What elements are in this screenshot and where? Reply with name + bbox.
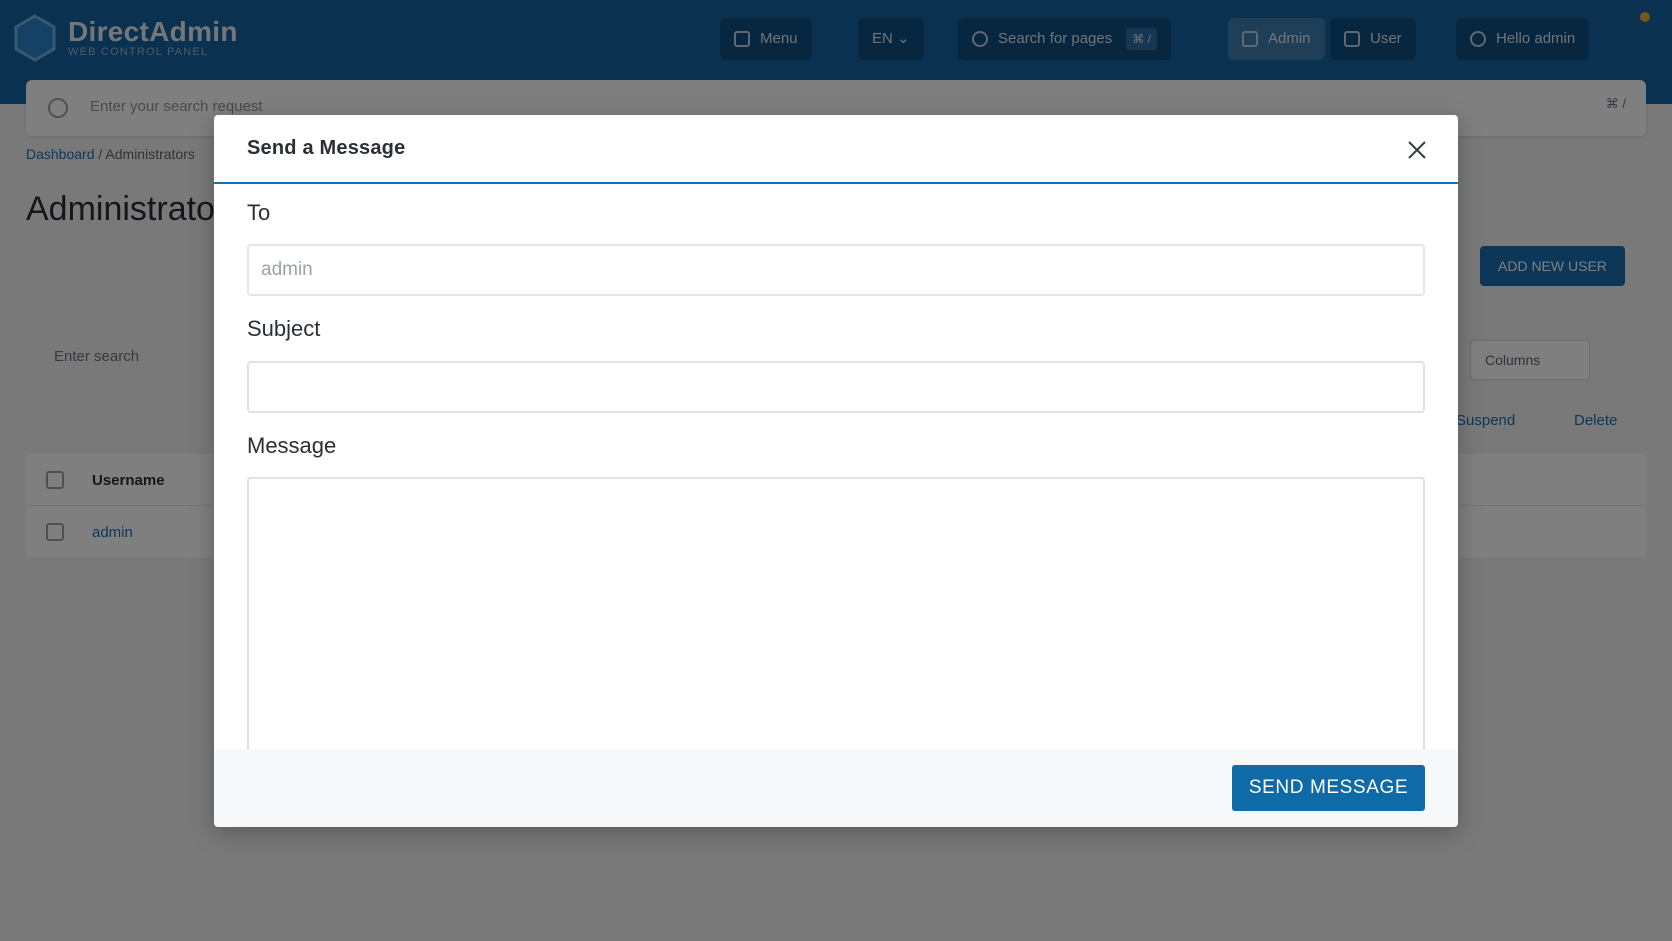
message-label: Message <box>247 433 337 458</box>
to-label: To <box>247 200 271 225</box>
dialog-header: Send a Message <box>214 115 1458 184</box>
send-message-dialog: Send a Message To Subject Message SEND M… <box>214 115 1458 827</box>
to-field[interactable] <box>247 244 1425 296</box>
subject-field[interactable] <box>247 361 1425 413</box>
dialog-body: To Subject Message <box>214 186 1458 827</box>
close-icon[interactable] <box>1404 137 1430 163</box>
message-textarea[interactable] <box>247 477 1425 777</box>
subject-label: Subject <box>247 316 321 341</box>
send-message-button[interactable]: SEND MESSAGE <box>1232 765 1425 811</box>
dialog-title: Send a Message <box>247 137 406 159</box>
dialog-footer: SEND MESSAGE <box>214 749 1458 827</box>
